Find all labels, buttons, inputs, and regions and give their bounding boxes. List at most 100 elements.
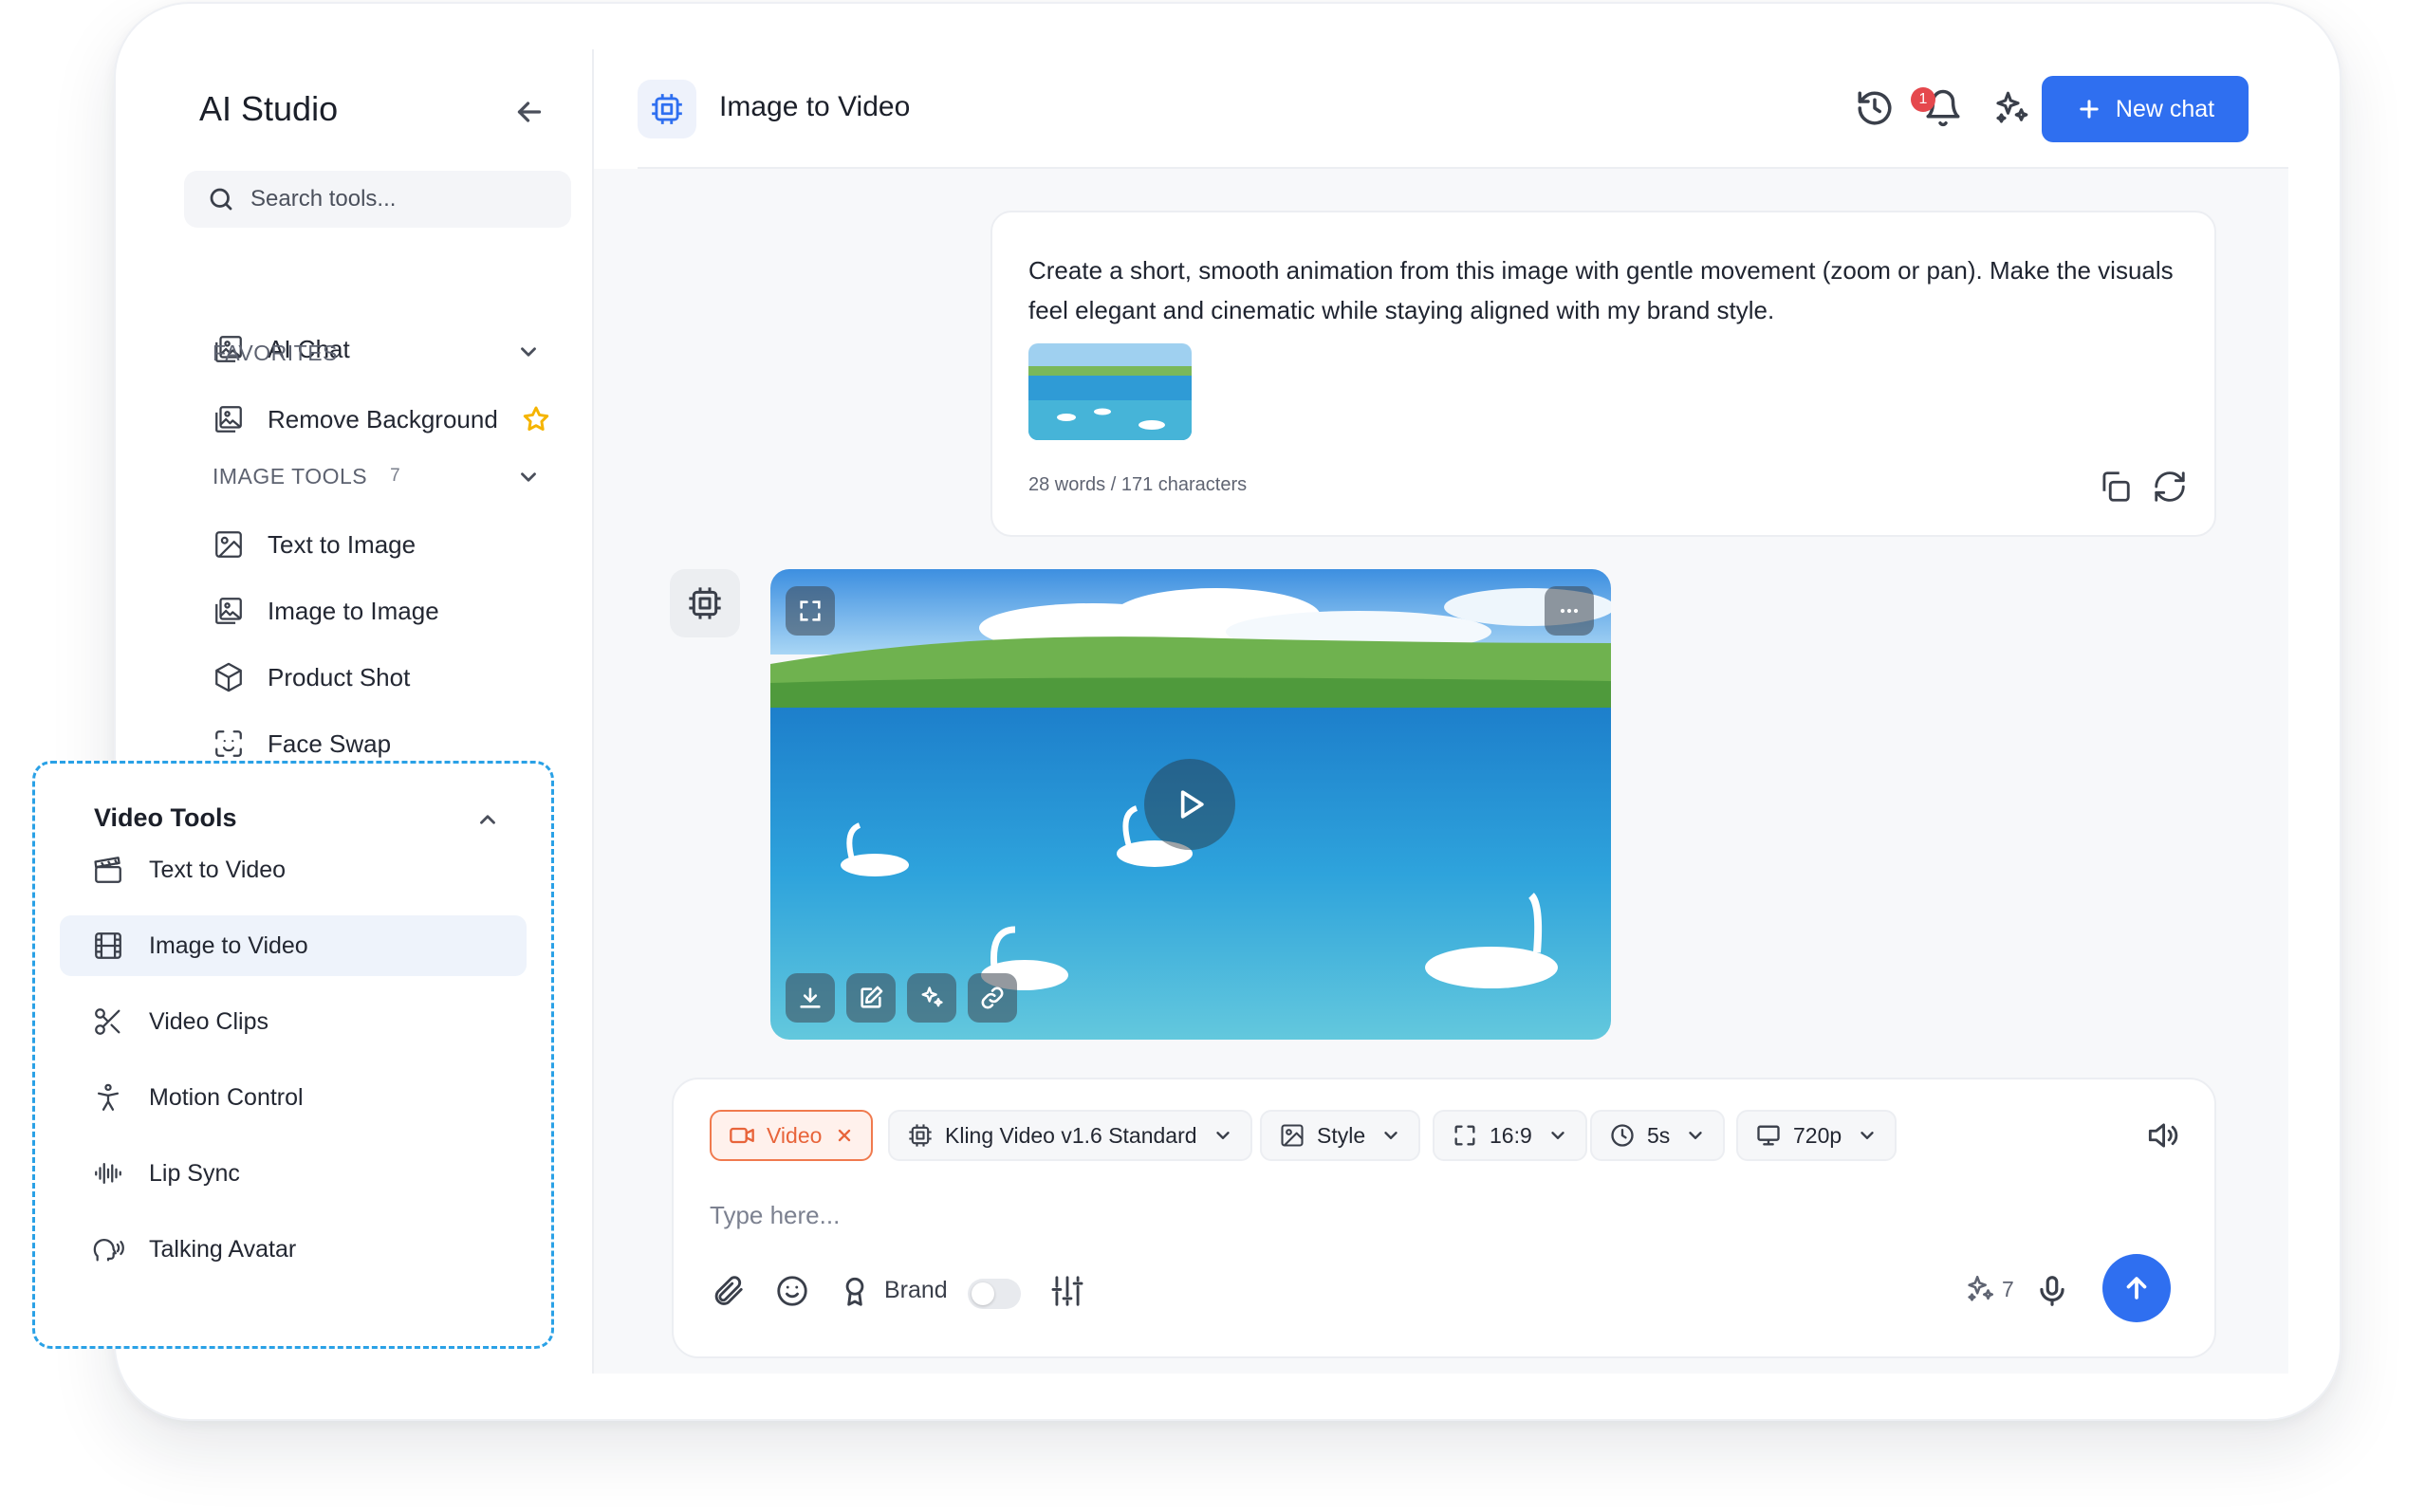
brand-toggle-label: Brand: [884, 1277, 948, 1303]
search-icon: [210, 188, 232, 211]
prompt-composer: Video Kling Video v1.6 Standard Style 16…: [672, 1078, 2216, 1358]
tool-icon-badge: [638, 80, 696, 138]
sidebar-item-label: Motion Control: [149, 1083, 304, 1111]
play-button[interactable]: [1144, 759, 1235, 850]
user-message-text: Create a short, smooth animation from th…: [1028, 256, 2174, 324]
send-button[interactable]: [2102, 1254, 2171, 1322]
attach-button[interactable]: [706, 1269, 750, 1313]
person-motion-icon: [97, 1083, 120, 1111]
sidebar-item-image-to-video[interactable]: Image to Video: [60, 915, 527, 976]
image-gallery-icon: [215, 406, 242, 433]
copy-link-button[interactable]: [968, 973, 1017, 1023]
sidebar-item-label: Lip Sync: [149, 1159, 240, 1187]
microphone-icon: [2040, 1276, 2064, 1306]
regenerate-button[interactable]: [2152, 469, 2188, 505]
video-tools-title[interactable]: Video Tools: [94, 803, 237, 833]
aspect-ratio-value: 16:9: [1490, 1122, 1532, 1148]
sidebar-item-label: Remove Background: [268, 404, 498, 433]
face-scan-icon: [215, 730, 242, 757]
history-button[interactable]: [1852, 85, 1897, 131]
sidebar-item-text-to-video[interactable]: Text to Video: [60, 839, 527, 900]
image-icon: [1281, 1124, 1304, 1147]
sidebar-item-product-shot[interactable]: Product Shot: [213, 656, 410, 698]
audio-waveform-icon: [95, 1162, 121, 1185]
image-gallery-icon: [215, 598, 242, 624]
expand-icon: [800, 600, 821, 621]
cube-icon: [215, 662, 242, 692]
voice-input-button[interactable]: [2030, 1269, 2074, 1313]
image-tools-section-label[interactable]: IMAGE TOOLS 7: [213, 457, 400, 495]
sidebar-item-lip-sync[interactable]: Lip Sync: [60, 1143, 527, 1204]
brand-badge-button[interactable]: [833, 1269, 877, 1313]
collapse-sidebar-button[interactable]: [512, 95, 546, 129]
new-chat-button[interactable]: New chat: [2042, 76, 2249, 142]
style-select[interactable]: Style: [1260, 1110, 1421, 1161]
duration-select[interactable]: 5s: [1590, 1110, 1726, 1161]
more-options-button[interactable]: [1545, 586, 1594, 636]
resolution-value: 720p: [1793, 1122, 1842, 1148]
image-icon: [215, 531, 242, 558]
video-tools-panel: Video Tools Text to Video Image to Video…: [32, 761, 554, 1349]
play-icon: [1180, 790, 1204, 819]
award-icon: [845, 1277, 864, 1306]
history-icon: [1858, 91, 1892, 125]
smile-icon: [777, 1276, 807, 1306]
ai-magic-button[interactable]: [1989, 85, 2034, 131]
chevron-down-icon: [1689, 1132, 1702, 1139]
chevron-down-icon[interactable]: [516, 465, 541, 489]
sidebar-item-image-to-image[interactable]: Image to Image: [213, 590, 439, 632]
generated-video-player[interactable]: [770, 569, 1611, 1040]
sidebar-item-remove-background[interactable]: Remove Background: [213, 398, 551, 440]
favorites-section-label[interactable]: FAVORITES: [213, 334, 338, 372]
message-word-count: 28 words / 171 characters: [1028, 474, 1248, 495]
chevron-up-icon[interactable]: [475, 807, 500, 832]
download-button[interactable]: [786, 973, 835, 1023]
copy-button[interactable]: [2097, 469, 2133, 505]
user-message-card: Create a short, smooth animation from th…: [990, 211, 2216, 537]
credits-indicator: 7: [1964, 1273, 2014, 1305]
ai-avatar: [670, 569, 740, 637]
close-icon[interactable]: [835, 1126, 854, 1145]
lake-thumbnail-image: [1028, 343, 1192, 440]
copy-icon: [2102, 471, 2130, 502]
video-camera-icon: [730, 1127, 754, 1144]
page-title: Image to Video: [719, 91, 911, 122]
credits-count: 7: [2002, 1276, 2014, 1301]
chevron-down-icon: [1384, 1132, 1398, 1139]
download-icon: [800, 987, 821, 1008]
settings-sliders-button[interactable]: [1046, 1269, 1089, 1313]
search-box[interactable]: [184, 171, 571, 228]
mode-chip-video[interactable]: Video: [710, 1110, 874, 1161]
sound-toggle-button[interactable]: [2140, 1114, 2184, 1157]
sidebar-item-label: Image to Video: [149, 931, 308, 959]
sparkles-icon: [1968, 1275, 1994, 1301]
chevron-down-icon: [1860, 1132, 1874, 1139]
edit-button[interactable]: [846, 973, 896, 1023]
search-input[interactable]: [250, 186, 554, 212]
attached-image-thumbnail[interactable]: [1028, 343, 1192, 440]
sidebar-item-motion-control[interactable]: Motion Control: [60, 1067, 527, 1128]
star-icon[interactable]: [521, 404, 551, 434]
sidebar-item-face-swap[interactable]: Face Swap: [213, 723, 391, 765]
chip-icon: [689, 587, 721, 619]
new-chat-label: New chat: [2115, 95, 2215, 122]
resolution-select[interactable]: 720p: [1736, 1110, 1897, 1161]
prompt-input[interactable]: [710, 1193, 1848, 1237]
model-select[interactable]: Kling Video v1.6 Standard: [888, 1110, 1252, 1161]
chip-icon: [909, 1124, 932, 1147]
scissors-icon: [95, 1008, 120, 1035]
sidebar-item-label: Text to Image: [268, 529, 417, 559]
sidebar-item-text-to-image[interactable]: Text to Image: [213, 524, 416, 565]
emoji-button[interactable]: [770, 1269, 814, 1313]
enhance-button[interactable]: [907, 973, 956, 1023]
chevron-down-icon[interactable]: [516, 340, 541, 364]
app-title: AI Studio: [199, 89, 339, 128]
aspect-ratio-select[interactable]: 16:9: [1433, 1110, 1587, 1161]
fullscreen-button[interactable]: [786, 586, 835, 636]
arrow-up-icon: [2126, 1277, 2147, 1300]
film-icon: [95, 932, 121, 959]
sidebar-item-video-clips[interactable]: Video Clips: [60, 991, 527, 1052]
sidebar-item-talking-avatar[interactable]: Talking Avatar: [60, 1219, 527, 1280]
edit-icon: [861, 986, 883, 1008]
brand-toggle[interactable]: [968, 1279, 1021, 1309]
